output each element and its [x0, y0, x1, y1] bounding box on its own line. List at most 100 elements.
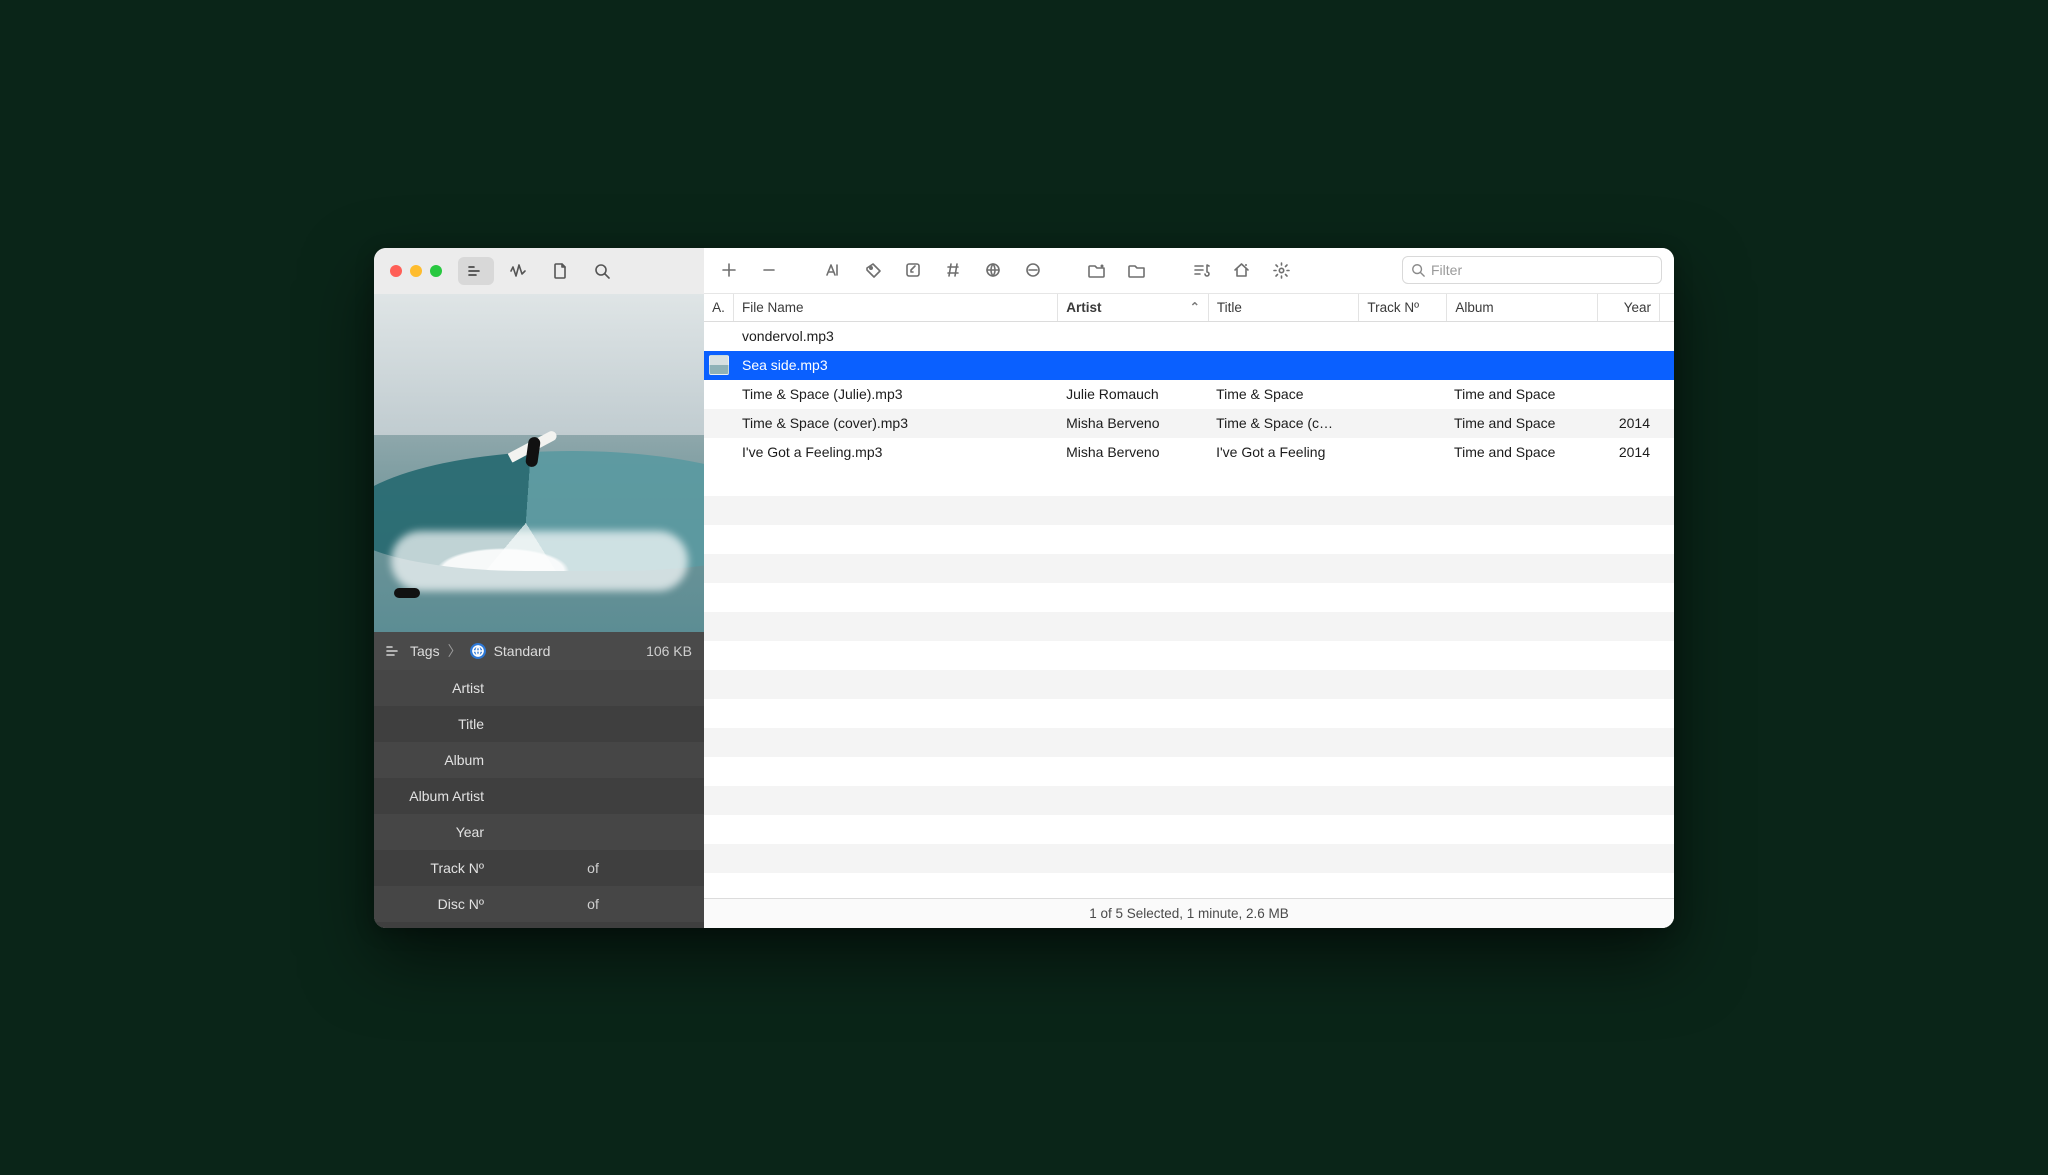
field-value[interactable]: [496, 897, 581, 911]
zoom-window-button[interactable]: [430, 265, 442, 277]
field-title[interactable]: Title: [374, 706, 704, 742]
cell-artist: Misha Berveno: [1058, 415, 1208, 431]
table-row[interactable]: Sea side.mp3: [704, 351, 1674, 380]
field-value[interactable]: [496, 753, 690, 767]
field-artist[interactable]: Artist: [374, 670, 704, 706]
settings-button[interactable]: [1264, 255, 1298, 285]
view-list-button[interactable]: [458, 257, 494, 285]
field-value[interactable]: [496, 681, 690, 695]
field-value-total[interactable]: [605, 897, 690, 911]
tag-fields: Artist Title Album Album Artist Year: [374, 670, 704, 928]
cell-album: Time and Space: [1446, 444, 1596, 460]
table-row[interactable]: Time & Space (cover).mp3Misha Berveno Tim…: [704, 409, 1674, 438]
tracknum-button[interactable]: [936, 255, 970, 285]
chevron-right-icon: 〉: [448, 641, 462, 661]
table-body[interactable]: vondervol.mp3 Sea side.mp3 Time & Space (J…: [704, 322, 1674, 898]
window-controls: [390, 265, 442, 277]
field-value[interactable]: [496, 789, 690, 803]
app-window: Tags 〉 Standard 106 KB Artist Title: [374, 248, 1674, 928]
row-artwork-thumb: [709, 355, 729, 375]
field-album-artist[interactable]: Album Artist: [374, 778, 704, 814]
main: A. File Name Artist ⌃ Title Track Nº Alb…: [704, 294, 1674, 928]
column-filename[interactable]: File Name: [734, 294, 1058, 321]
web-lookup-button[interactable]: [976, 255, 1010, 285]
playlist-button[interactable]: [1184, 255, 1218, 285]
cell-filename: I've Got a Feeling.mp3: [734, 444, 1058, 460]
field-album[interactable]: Album: [374, 742, 704, 778]
field-label: Track Nº: [388, 860, 496, 876]
album-artwork[interactable]: [374, 294, 704, 632]
sort-ascending-icon: ⌃: [1190, 300, 1200, 314]
field-label: Artist: [388, 680, 496, 696]
cell-artist: Julie Romauch: [1058, 386, 1208, 402]
titlebar-left: [374, 248, 704, 294]
view-file-button[interactable]: [542, 257, 578, 285]
column-artist[interactable]: Artist ⌃: [1058, 294, 1209, 321]
view-waveform-button[interactable]: [500, 257, 536, 285]
field-value-total[interactable]: [605, 861, 690, 875]
table-row[interactable]: vondervol.mp3: [704, 322, 1674, 351]
toolbar: [704, 248, 1674, 294]
status-bar: 1 of 5 Selected, 1 minute, 2.6 MB: [704, 898, 1674, 928]
view-search-button[interactable]: [584, 257, 620, 285]
minimize-window-button[interactable]: [410, 265, 422, 277]
cell-title: Time & Space: [1208, 386, 1358, 402]
column-album[interactable]: Album: [1447, 294, 1598, 321]
cell-year: 2014: [1596, 444, 1658, 460]
titlebar: [374, 248, 1674, 294]
field-value[interactable]: [496, 717, 690, 731]
remove-button[interactable]: [752, 255, 786, 285]
reveal-folder-button[interactable]: [1120, 255, 1154, 285]
column-label: Artist: [1066, 300, 1101, 315]
field-value[interactable]: [496, 861, 581, 875]
breadcrumb-leaf[interactable]: Standard: [494, 643, 551, 659]
cell-album: Time and Space: [1446, 386, 1596, 402]
body: Tags 〉 Standard 106 KB Artist Title: [374, 294, 1674, 928]
home-button[interactable]: [1224, 255, 1258, 285]
field-label: Year: [388, 824, 496, 840]
field-label: Disc Nº: [388, 896, 496, 912]
field-year[interactable]: Year: [374, 814, 704, 850]
column-track[interactable]: Track Nº: [1359, 294, 1447, 321]
add-button[interactable]: [712, 255, 746, 285]
table-header: A. File Name Artist ⌃ Title Track Nº Alb…: [704, 294, 1674, 322]
table-row[interactable]: Time & Space (Julie).mp3Julie RomauchTim…: [704, 380, 1674, 409]
open-folder-button[interactable]: [1080, 255, 1114, 285]
cell-artwork: [704, 355, 734, 375]
sidebar: Tags 〉 Standard 106 KB Artist Title: [374, 294, 704, 928]
artwork-surfer-icon: [513, 435, 553, 481]
filter-field[interactable]: [1402, 256, 1662, 284]
edit-button[interactable]: [896, 255, 930, 285]
tag-button[interactable]: [856, 255, 890, 285]
column-year[interactable]: Year: [1598, 294, 1660, 321]
of-label: of: [581, 860, 605, 876]
close-window-button[interactable]: [390, 265, 402, 277]
field-disc[interactable]: Disc Nº of: [374, 886, 704, 922]
cell-title: I've Got a Feeling: [1208, 444, 1358, 460]
search-icon: [1411, 263, 1425, 277]
tags-breadcrumb: Tags 〉 Standard 106 KB: [374, 632, 704, 670]
rename-button[interactable]: [816, 255, 850, 285]
cell-filename: vondervol.mp3: [734, 328, 1058, 344]
column-artwork[interactable]: A.: [704, 294, 734, 321]
cell-filename: Sea side.mp3: [734, 357, 1058, 373]
column-overflow[interactable]: [1660, 294, 1674, 321]
column-title[interactable]: Title: [1209, 294, 1360, 321]
breadcrumb-root[interactable]: Tags: [410, 643, 440, 659]
cell-album: Time and Space: [1446, 415, 1596, 431]
cell-artist: Misha Berveno: [1058, 444, 1208, 460]
table-row[interactable]: I've Got a Feeling.mp3Misha BervenoI've …: [704, 438, 1674, 467]
cell-year: 2014: [1596, 415, 1658, 431]
table-empty-stripes: [704, 467, 1674, 898]
field-track[interactable]: Track Nº of: [374, 850, 704, 886]
filter-input[interactable]: [1431, 262, 1653, 278]
exclude-button[interactable]: [1016, 255, 1050, 285]
cell-filename: Time & Space (cover).mp3: [734, 415, 1058, 431]
field-value[interactable]: [496, 825, 690, 839]
file-size: 106 KB: [646, 643, 692, 659]
globe-icon: [470, 643, 486, 659]
field-label: Album: [388, 752, 496, 768]
list-icon: [386, 645, 402, 657]
cell-filename: Time & Space (Julie).mp3: [734, 386, 1058, 402]
field-label: Title: [388, 716, 496, 732]
